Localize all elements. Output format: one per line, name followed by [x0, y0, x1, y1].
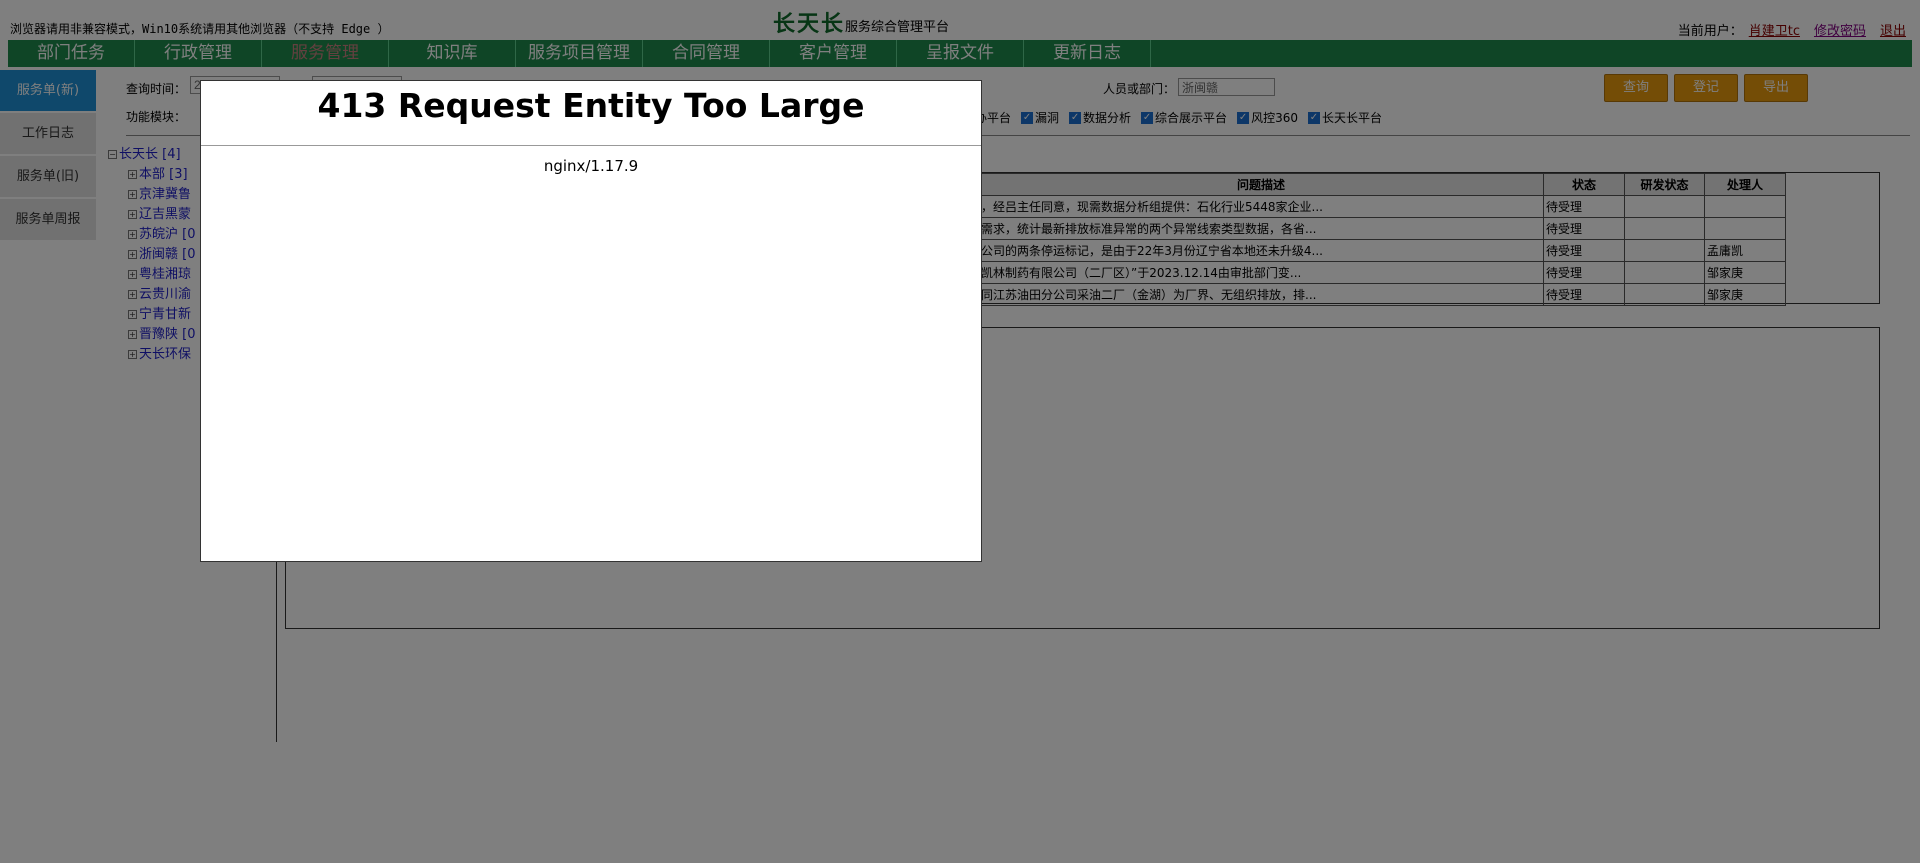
error-server-info: nginx/1.17.9 [543, 157, 639, 175]
error-dialog: 413 Request Entity Too Large nginx/1.17.… [200, 80, 982, 562]
error-title: 413 Request Entity Too Large [317, 86, 865, 125]
error-divider [201, 145, 981, 146]
